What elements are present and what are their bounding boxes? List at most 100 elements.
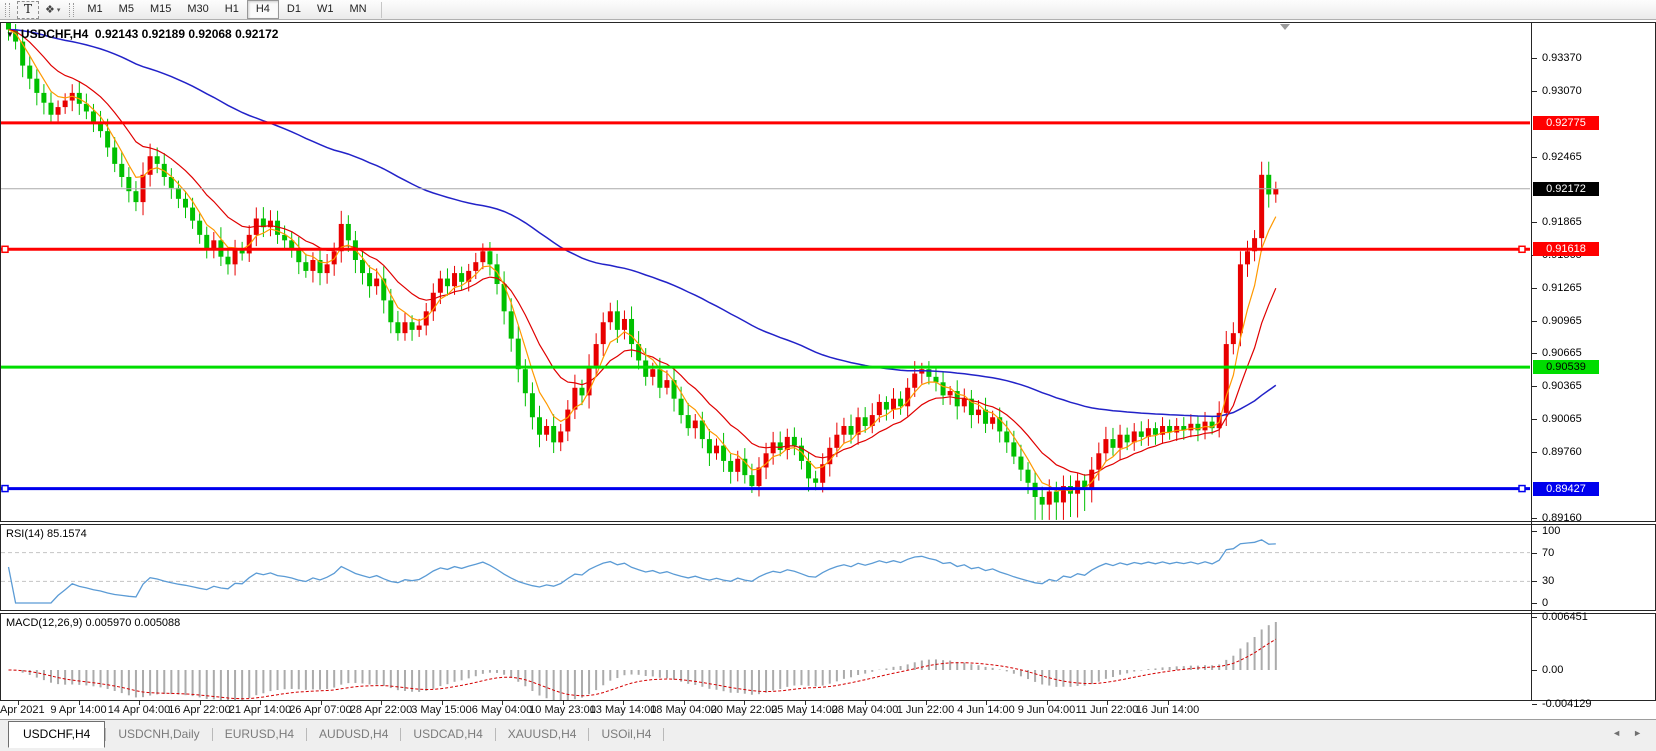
- price-tick-mark: [1532, 386, 1537, 387]
- level-price-badge: 0.90539: [1533, 360, 1599, 374]
- tab-usoil-h4[interactable]: USOil,H4: [589, 722, 663, 745]
- macd-chart-canvas[interactable]: [1, 614, 1530, 700]
- timeframe-h4-button[interactable]: H4: [247, 0, 279, 19]
- timeframe-m15-button[interactable]: M15: [142, 1, 179, 18]
- level-price-badge: 0.92775: [1533, 116, 1599, 130]
- price-tick-mark: [1532, 288, 1537, 289]
- rsi-tick-mark: [1532, 531, 1537, 532]
- time-tick-label: 1 Jun 22:00: [897, 704, 955, 716]
- price-tick-mark: [1532, 353, 1537, 354]
- toolbar-drag-handle[interactable]: [5, 3, 10, 17]
- macd-tick-label: 0.006451: [1542, 611, 1588, 623]
- time-tick-label: 6 Apr 2021: [0, 704, 45, 716]
- timeframe-d1-button[interactable]: D1: [279, 1, 309, 18]
- price-tick-label: 0.93070: [1542, 85, 1582, 97]
- price-axis-border: [1531, 22, 1532, 701]
- rsi-tick-label: 30: [1542, 575, 1554, 587]
- time-tick-label: 20 May 22:00: [711, 704, 778, 716]
- time-tick-label: 18 May 04:00: [650, 704, 717, 716]
- timeframe-m1-button[interactable]: M1: [79, 1, 110, 18]
- rsi-tick-label: 0: [1542, 597, 1548, 609]
- macd-tick-mark: [1532, 704, 1537, 705]
- time-tick-label: 11 Jun 22:00: [1076, 704, 1139, 716]
- time-tick-label: 26 Apr 07:00: [289, 704, 351, 716]
- price-tick-label: 0.89160: [1542, 512, 1582, 524]
- toolbar-drag-handle[interactable]: [69, 3, 74, 17]
- symbol-ohlc-title: USDCHF,H4 0.92143 0.92189 0.92068 0.9217…: [21, 27, 279, 41]
- rsi-tick-label: 70: [1542, 547, 1554, 559]
- macd-tick-mark: [1532, 617, 1537, 618]
- objects-dropdown-button[interactable]: ❖ ▾: [41, 3, 64, 16]
- price-tick-label: 0.92465: [1542, 151, 1582, 163]
- price-tick-mark: [1532, 321, 1537, 322]
- macd-indicator-panel[interactable]: MACD(12,26,9) 0.005970 0.005088: [0, 613, 1656, 701]
- time-tick-label: 6 May 04:00: [472, 704, 533, 716]
- macd-tick-label: -0.004129: [1542, 698, 1592, 710]
- price-tick-mark: [1532, 419, 1537, 420]
- chart-menu-icon[interactable]: ▼: [6, 30, 14, 39]
- time-tick-label: 9 Jun 04:00: [1018, 704, 1076, 716]
- time-tick-label: 13 May 14:00: [590, 704, 657, 716]
- price-tick-mark: [1532, 222, 1537, 223]
- time-tick-label: 10 May 23:00: [529, 704, 596, 716]
- price-tick-label: 0.90365: [1542, 380, 1582, 392]
- macd-label: MACD(12,26,9) 0.005970 0.005088: [6, 617, 180, 629]
- chart-shift-marker-icon[interactable]: [1280, 24, 1290, 30]
- time-tick-label: 3 May 15:00: [411, 704, 472, 716]
- chart-title: ▼ USDCHF,H4 0.92143 0.92189 0.92068 0.92…: [6, 27, 278, 41]
- price-tick-label: 0.90665: [1542, 347, 1582, 359]
- time-tick-label: 14 Apr 04:00: [108, 704, 170, 716]
- time-tick-label: 25 May 14:00: [771, 704, 838, 716]
- time-tick-label: 21 Apr 14:00: [229, 704, 291, 716]
- price-tick-label: 0.90965: [1542, 315, 1582, 327]
- price-chart-panel[interactable]: [0, 22, 1656, 522]
- macd-tick-mark: [1532, 670, 1537, 671]
- chart-tab-bar: USDCHF,H4 USDCNH,Daily EURUSD,H4 AUDUSD,…: [0, 719, 1656, 751]
- timeframe-mn-button[interactable]: MN: [341, 1, 374, 18]
- tab-scroll-left-icon[interactable]: ◄: [1612, 728, 1621, 738]
- objects-icon: ❖: [45, 3, 55, 16]
- tab-xauusd-h4[interactable]: XAUUSD,H4: [496, 722, 589, 745]
- timeframe-h1-button[interactable]: H1: [217, 1, 247, 18]
- rsi-tick-mark: [1532, 603, 1537, 604]
- tab-usdcad-h4[interactable]: USDCAD,H4: [401, 722, 494, 745]
- price-tick-mark: [1532, 58, 1537, 59]
- tab-audusd-h4[interactable]: AUDUSD,H4: [307, 722, 400, 745]
- macd-tick-label: 0.00: [1542, 664, 1563, 676]
- rsi-chart-canvas[interactable]: [1, 525, 1530, 610]
- price-tick-mark: [1532, 518, 1537, 519]
- price-tick-label: 0.91865: [1542, 216, 1582, 228]
- time-tick-label: 4 Jun 14:00: [957, 704, 1015, 716]
- price-tick-label: 0.89760: [1542, 446, 1582, 458]
- price-tick-mark: [1532, 157, 1537, 158]
- chevron-down-icon: ▾: [57, 6, 61, 14]
- timeframe-m30-button[interactable]: M30: [179, 1, 216, 18]
- chart-toolbar: T ❖ ▾ M1 M5 M15 M30 H1 H4 D1 W1 MN: [0, 0, 1656, 20]
- candlestick-chart-canvas[interactable]: [1, 23, 1530, 521]
- text-tool-button[interactable]: T: [17, 1, 39, 19]
- tab-eurusd-h4[interactable]: EURUSD,H4: [213, 722, 306, 745]
- trading-terminal-window: T ❖ ▾ M1 M5 M15 M30 H1 H4 D1 W1 MN ▼ USD…: [0, 0, 1656, 751]
- price-tick-mark: [1532, 91, 1537, 92]
- toolbar-separator: [381, 2, 382, 18]
- rsi-tick-mark: [1532, 553, 1537, 554]
- timeframe-m5-button[interactable]: M5: [111, 1, 142, 18]
- level-price-badge: 0.89427: [1533, 482, 1599, 496]
- time-tick-label: 16 Jun 14:00: [1136, 704, 1200, 716]
- time-tick-label: 9 Apr 14:00: [50, 704, 106, 716]
- tab-usdchf-h4[interactable]: USDCHF,H4: [8, 721, 105, 748]
- time-tick-label: 28 May 04:00: [832, 704, 899, 716]
- price-tick-label: 0.90065: [1542, 413, 1582, 425]
- timeframe-w1-button[interactable]: W1: [309, 1, 342, 18]
- tab-divider: [663, 728, 664, 741]
- rsi-tick-mark: [1532, 581, 1537, 582]
- time-tick-label: 16 Apr 22:00: [168, 704, 230, 716]
- rsi-label: RSI(14) 85.1574: [6, 528, 87, 540]
- current-price-badge: 0.92172: [1533, 182, 1599, 196]
- price-tick-label: 0.91265: [1542, 282, 1582, 294]
- rsi-indicator-panel[interactable]: RSI(14) 85.1574: [0, 524, 1656, 611]
- level-price-badge: 0.91618: [1533, 242, 1599, 256]
- tab-scroll-right-icon[interactable]: ►: [1633, 728, 1642, 738]
- tab-usdcnh-daily[interactable]: USDCNH,Daily: [106, 722, 211, 745]
- price-tick-mark: [1532, 452, 1537, 453]
